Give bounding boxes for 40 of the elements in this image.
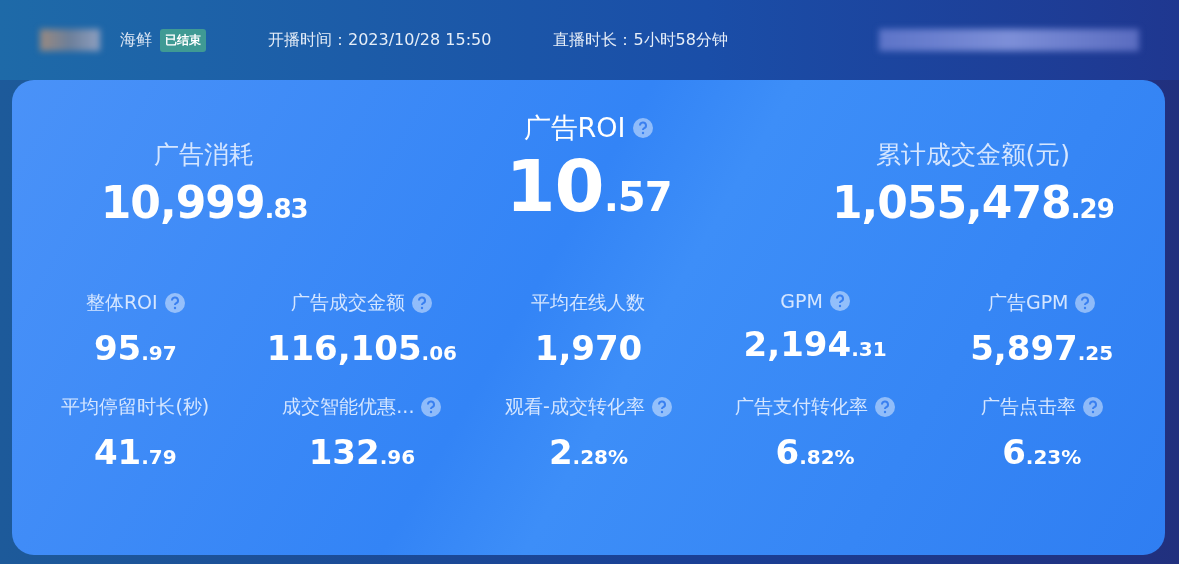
metric-value: 2,194.31 [743, 324, 887, 364]
help-icon[interactable] [875, 397, 896, 417]
live-duration: 直播时长：5小时58分钟 [553, 29, 728, 51]
metric-value: 41.79 [93, 432, 177, 472]
metric-label: 广告消耗 [154, 139, 255, 171]
help-icon[interactable] [1082, 397, 1103, 417]
metric-value: 1,970 [534, 328, 643, 368]
help-icon[interactable] [164, 293, 185, 313]
room-name: 海鲜 [120, 29, 152, 51]
metric-value: 6.82% [775, 432, 855, 472]
metric-label: 广告支付转化率 [735, 394, 869, 419]
metric-value: 10.57 [505, 144, 672, 228]
help-icon[interactable] [421, 397, 442, 417]
blurred-avatar [40, 29, 100, 51]
metric-value: 95.97 [93, 328, 177, 368]
metric-label: 平均停留时长(秒) [61, 394, 210, 419]
help-icon[interactable] [633, 118, 654, 138]
metric-label: 累计成交金额(元) [875, 139, 1071, 171]
metric-value: 10,999.83 [100, 177, 308, 228]
start-time: 开播时间：2023/10/28 15:50 [268, 29, 492, 51]
help-icon[interactable] [829, 291, 850, 311]
metric-value: 5,897.25 [970, 328, 1114, 368]
help-icon[interactable] [412, 293, 433, 313]
metric-value: 1,055,478.29 [831, 177, 1114, 228]
metric-label: 整体ROI [85, 290, 158, 315]
metric-value: 6.23% [1002, 432, 1082, 472]
help-icon[interactable] [1075, 293, 1096, 313]
metric-value: 116,105.06 [266, 328, 458, 368]
metric-value: 132.96 [308, 432, 416, 472]
metric-label: GPM [780, 290, 823, 312]
metric-value: 2.28% [548, 432, 629, 472]
help-icon[interactable] [651, 397, 672, 417]
metric-label: 平均在线人数 [531, 290, 646, 315]
status-badge: 已结束 [160, 28, 206, 52]
metric-label: 观看-成交转化率 [505, 394, 645, 419]
metric-label: 广告点击率 [980, 394, 1076, 419]
metric-label: 成交智能优惠... [282, 394, 415, 419]
metric-label: 广告GPM [987, 290, 1069, 315]
metric-label: 广告ROI [523, 111, 626, 145]
metric-label: 广告成交金额 [291, 290, 406, 315]
